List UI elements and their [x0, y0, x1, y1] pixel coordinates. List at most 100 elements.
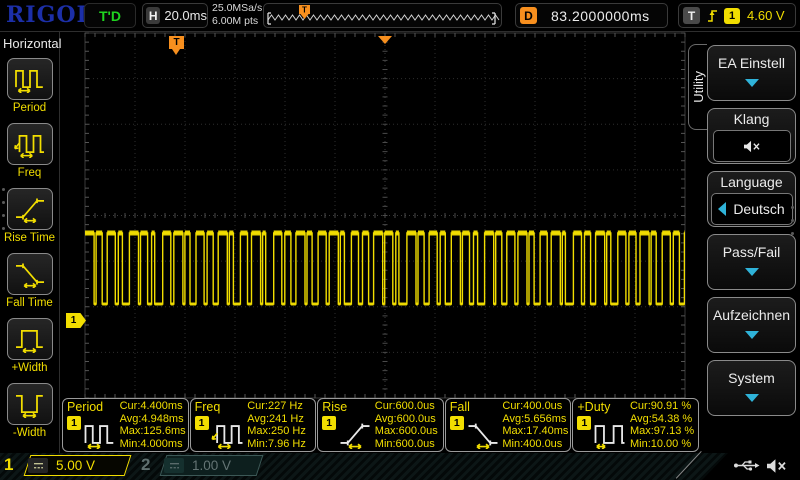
trigger-source-badge: 1	[724, 8, 740, 24]
t-label: T	[683, 7, 700, 24]
menu-item-freq[interactable]: Freq	[0, 123, 59, 179]
source-badge: 1	[577, 416, 591, 430]
page-indicator-dot	[2, 227, 5, 230]
menu-button-record[interactable]: Aufzeichnen	[707, 297, 796, 353]
meas-cur: Cur:600.0us	[375, 400, 441, 413]
speaker-muted-icon	[764, 457, 788, 475]
trigger-edge-icon	[706, 8, 719, 23]
channel2-indicator[interactable]: 1.00 V	[160, 455, 264, 476]
fall-time-icon	[463, 420, 503, 449]
meas-cur: Cur:90.91 %	[630, 400, 696, 413]
source-badge: 1	[67, 416, 81, 430]
rise-time-icon	[13, 195, 47, 223]
page-indicator-dot	[2, 188, 5, 191]
language-selector[interactable]: Deutsch	[711, 193, 793, 225]
utility-tab: Utility	[688, 44, 707, 130]
measurement-panel-freq[interactable]: Freq 1 Cur:227 Hz Avg:241 Hz Max:250 Hz …	[190, 398, 317, 452]
menu-item-minus-width[interactable]: -Width	[0, 383, 59, 439]
left-menu-title: Horizontal	[3, 36, 62, 51]
dc-coupling-icon	[164, 458, 184, 473]
channel1-indicator[interactable]: 5.00 V	[24, 455, 132, 476]
rigol-logo: RIGOL	[6, 2, 93, 28]
source-badge: 1	[450, 416, 464, 430]
menu-item-plus-width[interactable]: +Width	[0, 318, 59, 374]
meas-avg: Avg:54.38 %	[630, 413, 696, 426]
sample-rate: 25.0MSa/s	[212, 2, 262, 15]
chevron-left-icon	[718, 202, 726, 216]
menu-item-period[interactable]: Period	[0, 58, 59, 114]
timebase-value: 20.0ms	[164, 8, 207, 23]
meas-cur: Cur:227 Hz	[247, 400, 313, 413]
trigger-position-flag[interactable]: T	[169, 36, 184, 49]
usb-icon	[733, 458, 760, 473]
delay-offset-box[interactable]: D 83.2000000ms	[515, 3, 668, 28]
delay-value: 83.2000000ms	[551, 8, 650, 24]
top-status-bar: RIGOL T'D H 20.0ms 25.0MSa/s 6.00M pts T…	[0, 0, 800, 32]
menu-item-fall-time[interactable]: Fall Time	[0, 253, 59, 309]
meas-max: Max:17.40ms	[502, 425, 568, 438]
speaker-muted-icon	[742, 139, 761, 154]
meas-min: Min:10.00 %	[630, 438, 696, 451]
chevron-down-icon	[745, 79, 759, 87]
minus-width-icon	[13, 390, 47, 418]
channel2-number: 2	[141, 455, 150, 475]
d-label: D	[520, 7, 537, 24]
channel1-number: 1	[4, 455, 13, 475]
page-indicator-dot	[2, 214, 5, 217]
channel2-scale: 1.00 V	[192, 458, 231, 473]
horizontal-measure-menu: Horizontal Period Freq Rise Time Fall Ti…	[0, 31, 60, 453]
meas-max: Max:600.0us	[375, 425, 441, 438]
trigger-status-badge: T'D	[84, 3, 136, 28]
meas-max: Max:97.13 %	[630, 425, 696, 438]
horizontal-center-marker[interactable]	[378, 36, 392, 44]
menu-item-rise-time[interactable]: Rise Time	[0, 188, 59, 244]
channel1-scale: 5.00 V	[56, 458, 95, 473]
meas-avg: Avg:241 Hz	[247, 413, 313, 426]
dc-coupling-icon	[28, 458, 48, 473]
chevron-down-icon	[745, 331, 759, 339]
ch1-waveform	[85, 233, 707, 304]
waveform-overview-thumbnail[interactable]: T	[263, 3, 502, 28]
menu-button-io-setup[interactable]: EA Einstell	[707, 45, 796, 101]
page-indicator-dot	[791, 232, 794, 235]
meas-min: Min:400.0us	[502, 438, 568, 451]
meas-max: Max:250 Hz	[247, 425, 313, 438]
thumbnail-waveform: T	[264, 4, 501, 27]
channel-status-bar: 1 5.00 V 2 1.00 V	[0, 453, 800, 480]
horizontal-timebase-box[interactable]: H 20.0ms	[142, 3, 208, 28]
source-badge: 1	[322, 416, 336, 430]
utility-menu: Utility EA Einstell Klang Language Deuts…	[686, 31, 800, 453]
rise-time-icon	[335, 420, 375, 449]
oscilloscope-screen: T T 1 RIGOL T'D H 20.0ms 25.0MSa/s 6.00M…	[0, 0, 800, 480]
chevron-down-icon	[745, 268, 759, 276]
measurement-panel-duty[interactable]: +Duty 1 Cur:90.91 % Avg:54.38 % Max:97.1…	[572, 398, 699, 452]
trigger-level-value: 4.60 V	[747, 8, 785, 23]
page-indicator-dot	[791, 219, 794, 222]
menu-button-sound[interactable]: Klang	[707, 108, 796, 164]
plus-duty-icon	[590, 420, 630, 449]
meas-min: Min:600.0us	[375, 438, 441, 451]
measurement-panel-fall[interactable]: Fall 1 Cur:400.0us Avg:5.656ms Max:17.40…	[445, 398, 572, 452]
meas-min: Min:4.000ms	[120, 438, 186, 451]
plus-width-icon	[13, 325, 47, 353]
meas-avg: Avg:600.0us	[375, 413, 441, 426]
chevron-down-icon	[745, 394, 759, 402]
menu-button-language[interactable]: Language Deutsch	[707, 171, 796, 227]
meas-cur: Cur:400.0us	[502, 400, 568, 413]
menu-button-pass-fail[interactable]: Pass/Fail	[707, 234, 796, 290]
trigger-status-text: T'D	[99, 8, 121, 24]
period-icon	[80, 420, 120, 449]
menu-button-system[interactable]: System	[707, 360, 796, 416]
sound-toggle-button[interactable]	[713, 130, 791, 162]
trigger-info-box[interactable]: T 1 4.60 V	[678, 3, 796, 28]
measurement-panel-period[interactable]: Period 1 Cur:4.400ms Avg:4.948ms Max:125…	[62, 398, 189, 452]
page-indicator-dot	[791, 206, 794, 209]
period-icon	[13, 65, 47, 93]
svg-text:T: T	[302, 6, 307, 15]
meas-cur: Cur:4.400ms	[120, 400, 186, 413]
measurement-strip: Period 1 Cur:4.400ms Avg:4.948ms Max:125…	[62, 398, 699, 452]
freq-icon	[13, 130, 47, 158]
meas-avg: Avg:4.948ms	[120, 413, 186, 426]
meas-avg: Avg:5.656ms	[502, 413, 568, 426]
measurement-panel-rise[interactable]: Rise 1 Cur:600.0us Avg:600.0us Max:600.0…	[317, 398, 444, 452]
